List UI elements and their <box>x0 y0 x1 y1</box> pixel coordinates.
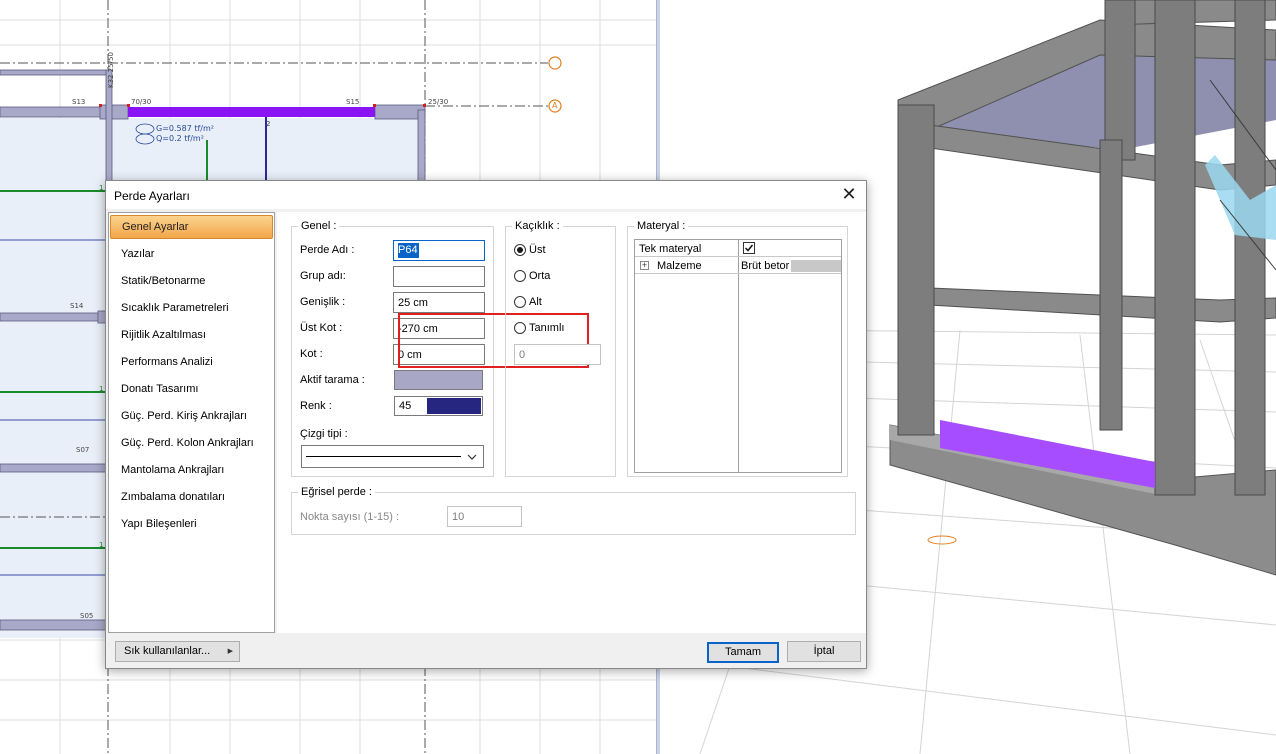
nav-item-yazilar[interactable]: Yazılar <box>110 242 273 266</box>
renk-label: Renk : <box>300 400 332 412</box>
plan-label-s05: S05 <box>80 612 94 620</box>
arrow-right-icon: ▶ <box>227 648 233 655</box>
nokta-sayisi-label: Nokta sayısı (1-15) : <box>300 511 400 523</box>
aktif-tarama-label: Aktif tarama : <box>300 374 365 386</box>
perde-adi-selected-text: P64 <box>398 244 418 256</box>
cizgi-tipi-dropdown[interactable] <box>301 445 484 468</box>
sik-kullanilanlar-label: Sık kullanılanlar... <box>124 645 211 657</box>
plan-label-s13: S13 <box>72 98 86 106</box>
kaciklik-radio-tanimli[interactable] <box>514 322 526 334</box>
ok-button[interactable]: Tamam <box>707 642 779 663</box>
kaciklik-group-title: Kaçıklık : <box>512 220 563 232</box>
chevron-down-icon <box>467 454 477 460</box>
renk-picker[interactable]: 45 <box>394 396 483 416</box>
renk-value: 45 <box>399 400 412 412</box>
grup-adi-field[interactable] <box>393 266 485 287</box>
kaciklik-label-alt: Alt <box>529 296 542 308</box>
genislik-field[interactable] <box>393 292 485 313</box>
settings-nav: Genel Ayarlar Yazılar Statik/Betonarme S… <box>108 212 275 633</box>
egrisel-perde-title: Eğrisel perde : <box>298 486 375 498</box>
checkmark-icon <box>744 244 754 252</box>
nav-item-sicaklik-parametreleri[interactable]: Sıcaklık Parametreleri <box>110 296 273 320</box>
nav-item-kiris-ankrajlari[interactable]: Güç. Perd. Kiriş Ankrajları <box>110 404 273 428</box>
nokta-sayisi-field[interactable] <box>447 506 522 527</box>
materyal-divider <box>738 240 739 472</box>
kot-label: Kot : <box>300 348 323 360</box>
expand-icon[interactable]: + <box>640 261 649 270</box>
renk-swatch <box>427 398 481 414</box>
dialog-titlebar[interactable]: Perde Ayarları ✕ <box>106 181 866 209</box>
genel-group-title: Genel : <box>298 220 340 232</box>
axis-number-1: 1 <box>99 184 104 192</box>
tek-materyal-label: Tek materyal <box>639 243 702 255</box>
nav-item-zimbalama-donatilari[interactable]: Zımbalama donatıları <box>110 485 273 509</box>
nav-item-performans-analizi[interactable]: Performans Analizi <box>110 350 273 374</box>
kaciklik-radio-alt[interactable] <box>514 296 526 308</box>
nav-item-donati-tasarimi[interactable]: Donatı Tasarımı <box>110 377 273 401</box>
plan-label-beam-70-30: 70/30 <box>131 98 152 106</box>
plan-label-s14: S14 <box>70 302 84 310</box>
aktif-tarama-swatch[interactable] <box>394 370 483 390</box>
nav-item-mantolama-ankrajlari[interactable]: Mantolama Ankrajları <box>110 458 273 482</box>
load-annotation: G=0.587 tf/m² Q=0.2 tf/m² <box>156 124 214 144</box>
cancel-button[interactable]: İptal <box>787 641 861 662</box>
kaciklik-radio-orta[interactable] <box>514 270 526 282</box>
plan-label-s15: S15 <box>346 98 360 106</box>
kaciklik-radio-ust[interactable] <box>514 244 526 256</box>
kaciklik-label-orta: Orta <box>529 270 551 282</box>
nav-item-genel-ayarlar[interactable]: Genel Ayarlar <box>110 215 273 239</box>
cizgi-tipi-label: Çizgi tipi : <box>300 428 348 440</box>
settings-content: Genel : Perde Adı : P64 Grup adı: Genişl… <box>277 212 866 633</box>
perde-adi-label: Perde Adı : <box>300 244 355 256</box>
axis-number-4: 2 <box>266 120 271 128</box>
plan-label-s07: S07 <box>76 446 90 454</box>
grup-adi-label: Grup adı: <box>300 270 346 282</box>
ust-kot-label: Üst Kot : <box>300 322 343 334</box>
axis-number-3: 1 <box>99 541 104 549</box>
kaciklik-label-tanimli: Tanımlı <box>529 322 565 334</box>
perde-ayarlari-dialog: Perde Ayarları ✕ Genel Ayarlar Yazılar S… <box>105 180 867 669</box>
nav-item-statik-betonarme[interactable]: Statik/Betonarme <box>110 269 273 293</box>
nav-item-yapi-bilesenleri[interactable]: Yapı Bileşenleri <box>110 512 273 536</box>
sik-kullanilanlar-button[interactable]: Sık kullanılanlar... ▶ <box>115 641 240 662</box>
axis-label-a: A <box>552 101 558 110</box>
nav-item-kolon-ankrajlari[interactable]: Güç. Perd. Kolon Ankrajları <box>110 431 273 455</box>
perde-adi-selection: P64 <box>398 243 419 258</box>
plan-label-beam-25-30: 25/30 <box>428 98 449 106</box>
axis-number-2: 1 <box>99 385 104 393</box>
plan-label-k32: K32 25/50 <box>107 52 115 88</box>
materyal-table: Tek materyal + Malzeme Brüt betor <box>634 239 842 473</box>
tek-materyal-checkbox[interactable] <box>743 242 755 254</box>
malzeme-swatch <box>791 260 841 272</box>
malzeme-label: Malzeme <box>657 260 702 272</box>
genislik-label: Genişlik : <box>300 296 346 308</box>
nav-item-rijitlik-azaltilmasi[interactable]: Rijitlik Azaltılması <box>110 323 273 347</box>
dialog-title: Perde Ayarları <box>114 189 190 203</box>
load-q: Q=0.2 tf/m² <box>156 134 204 143</box>
load-g: G=0.587 tf/m² <box>156 124 214 133</box>
close-icon[interactable]: ✕ <box>836 183 862 207</box>
malzeme-value[interactable]: Brüt betor <box>741 258 789 274</box>
line-type-preview <box>306 456 461 457</box>
materyal-group-title: Materyal : <box>634 220 689 232</box>
kaciklik-label-ust: Üst <box>529 244 546 256</box>
kaciklik-value-field[interactable] <box>514 344 601 365</box>
materyal-group: Materyal : Tek materyal + Malzeme Brüt b… <box>627 220 848 477</box>
